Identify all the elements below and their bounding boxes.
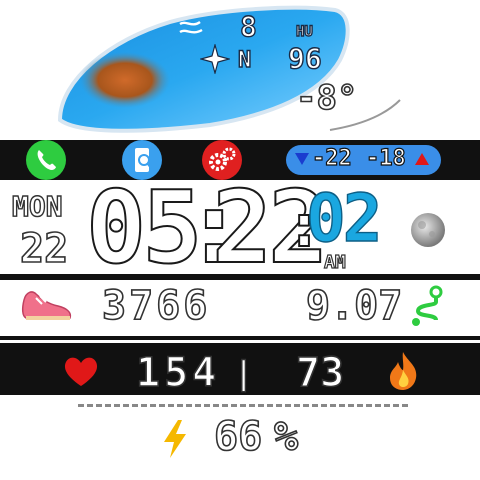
time-hours: 05	[85, 169, 203, 286]
sneaker-icon[interactable]	[20, 282, 74, 326]
wind-speed: 8	[239, 9, 257, 43]
wind-icon	[179, 20, 203, 34]
temp-low: -22	[311, 145, 352, 171]
phone-button[interactable]	[26, 140, 66, 180]
dashed-divider	[78, 404, 408, 407]
route-icon[interactable]	[408, 284, 448, 328]
compass-icon	[200, 44, 230, 74]
heart-rate-value: 154	[135, 349, 221, 397]
humidity-label: HU	[295, 23, 313, 40]
battery-level: 66	[213, 413, 263, 461]
lightning-bolt-icon	[164, 420, 186, 458]
distance-value: 9.07	[305, 282, 403, 330]
divider-top	[0, 274, 480, 280]
up-arrow-icon	[415, 153, 429, 165]
flame-icon[interactable]	[386, 350, 420, 392]
divider-bottom	[0, 336, 480, 340]
temperature: -8°	[295, 77, 358, 119]
moon-phase-icon	[411, 213, 445, 247]
day-of-month: 22	[19, 225, 69, 273]
temp-high: -18	[365, 145, 406, 171]
health-separator: |	[233, 353, 254, 392]
wind-direction: N	[237, 47, 252, 73]
phone-icon	[37, 150, 56, 170]
weekday: MON	[11, 189, 63, 223]
calories-value: 73	[295, 349, 345, 397]
time-seconds: 02	[305, 180, 383, 257]
down-arrow-icon	[295, 153, 309, 165]
steps-count: 3766	[101, 282, 211, 330]
battery-unit: %	[273, 413, 299, 461]
heart-icon[interactable]	[62, 354, 100, 388]
am-pm-indicator: AM	[323, 251, 346, 273]
humidity-value: 96	[287, 41, 322, 75]
